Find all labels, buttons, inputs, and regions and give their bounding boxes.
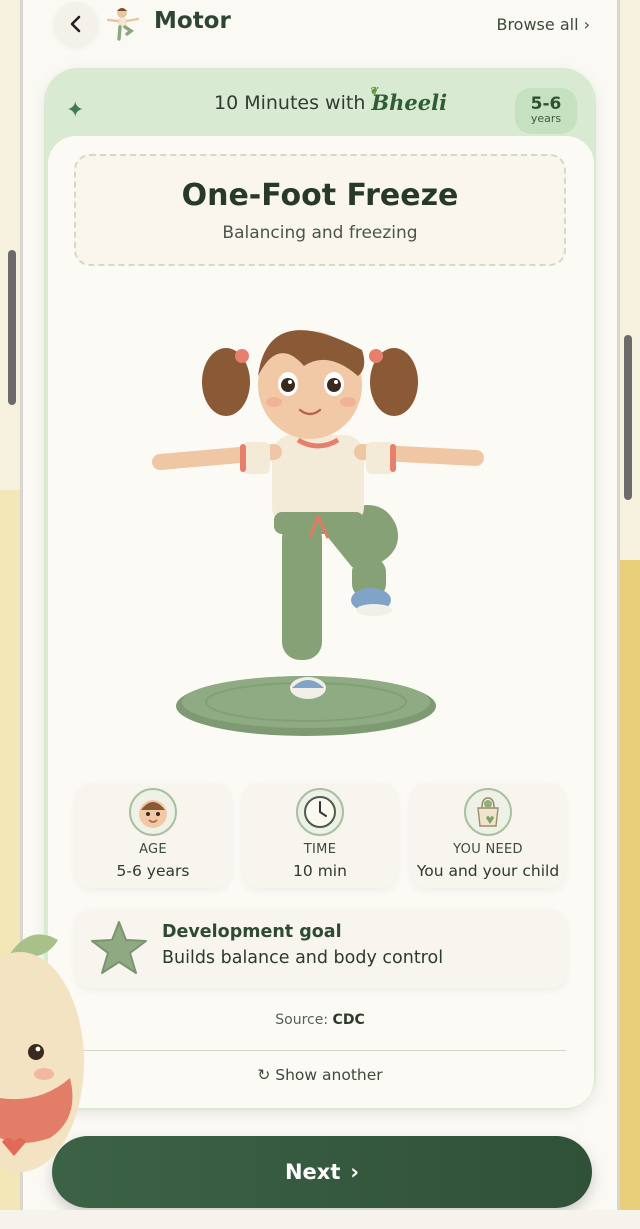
background-strip-right (618, 560, 640, 1229)
browse-all-link[interactable]: Browse all › (496, 15, 590, 34)
header: Motor Browse all › (20, 0, 620, 58)
time-info-card: TIME 10 min (243, 784, 397, 888)
phone-side-button-right (624, 335, 632, 500)
source-line: Source: CDC (0, 1012, 640, 1028)
age-badge-unit: years (530, 112, 562, 125)
age-badge: 5-6 years (515, 88, 577, 134)
age-badge-range: 5-6 (530, 94, 562, 114)
activity-banner: 10 Minutes with ❦ Bheeli (214, 86, 448, 115)
next-button[interactable]: Next › (52, 1136, 592, 1208)
back-button[interactable] (54, 2, 98, 46)
page-title: Motor (154, 8, 231, 34)
goal-title: Development goal (162, 922, 342, 942)
banner-prefix: 10 Minutes with (214, 91, 366, 114)
age-info-card: AGE 5-6 years (76, 784, 230, 888)
time-label: TIME (303, 842, 337, 857)
star-icon (91, 921, 147, 974)
baby-face-icon (129, 788, 177, 836)
you-need-label: YOU NEED (453, 842, 523, 857)
show-another-button[interactable]: ↻ Show another (0, 1066, 640, 1084)
next-label: Next (284, 1160, 341, 1184)
brand-logo: ❦ Bheeli (369, 86, 448, 115)
time-value: 10 min (293, 862, 347, 880)
age-label: AGE (139, 842, 167, 857)
you-need-value: You and your child (416, 862, 560, 880)
activity-subtitle: Balancing and freezing (222, 223, 418, 243)
source-label: Source: (275, 1012, 329, 1028)
goal-text: Builds balance and body control (162, 948, 444, 968)
age-value: 5-6 years (116, 862, 190, 880)
leaf-icon: ❦ (369, 86, 378, 97)
activity-title-box: One-Foot Freeze Balancing and freezing (74, 154, 566, 266)
development-goal-card: Development goal Builds balance and body… (76, 910, 566, 988)
divider (74, 1050, 566, 1051)
sparkle-icon: ✦ (66, 98, 85, 123)
you-need-info-card: YOU NEED You and your child (411, 784, 565, 888)
activity-title: One-Foot Freeze (181, 178, 459, 213)
phone-side-button-left (8, 250, 16, 405)
chevron-right-icon: › (350, 1160, 360, 1184)
balancing-girl-illustration (152, 330, 484, 736)
chevron-left-icon (70, 15, 81, 33)
source-name: CDC (332, 1012, 365, 1028)
clock-icon (296, 788, 344, 836)
bottom-bar (0, 1210, 640, 1229)
balancing-child-icon (106, 8, 140, 41)
mascot-character (0, 934, 84, 1172)
tote-bag-icon (464, 788, 512, 836)
brand-name: Bheeli (371, 90, 448, 115)
